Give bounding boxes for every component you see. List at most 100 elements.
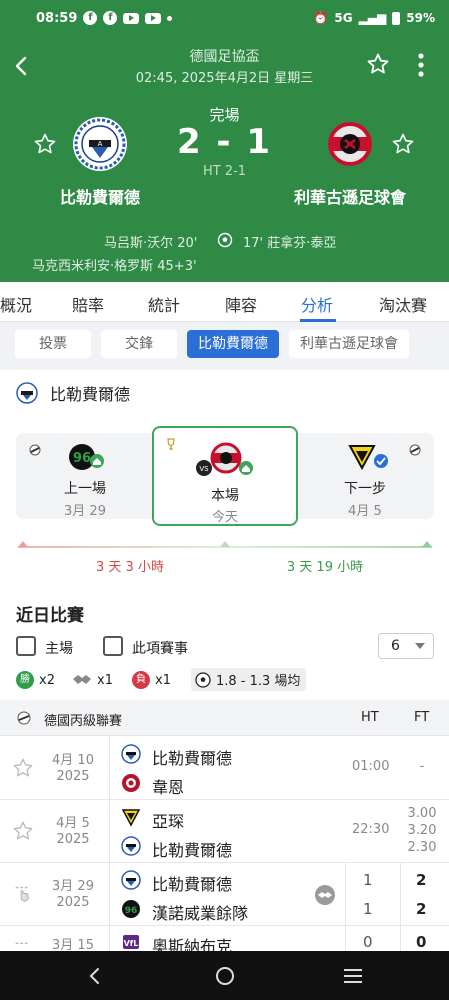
battery-icon <box>392 11 401 25</box>
next-opponent-logo[interactable] <box>344 442 390 472</box>
football-icon <box>195 671 211 688</box>
league-header[interactable]: 德國丙級聯賽 HT FT <box>0 700 449 736</box>
ft-result: - <box>419 759 425 774</box>
home-team-logo[interactable]: A <box>72 116 128 172</box>
goals-average-value: 1.8 - 1.3 場均 <box>216 674 301 689</box>
svg-text:96: 96 <box>73 451 91 466</box>
match-date: 3月 29 2025 <box>46 879 100 911</box>
ft-away-score: 2 <box>416 900 427 918</box>
wins-value: x2 <box>39 672 55 688</box>
team-logo: VfL <box>123 935 139 949</box>
tab-lineups[interactable]: 陣容 <box>225 292 257 316</box>
home-team-name: 比勒費爾德 <box>152 875 233 894</box>
team-logo <box>122 774 140 792</box>
ht-home-score: 0 <box>363 933 373 951</box>
more-options-icon[interactable] <box>410 52 432 78</box>
match-count-select[interactable]: 6 <box>378 633 434 659</box>
match-count-value: 6 <box>391 638 400 654</box>
this-competition-label[interactable]: 此項賽事 <box>132 638 188 658</box>
match-date-year: 2025 <box>56 769 90 784</box>
match-row[interactable]: 3月 29 2025 比勒費爾德 96 漢諾威業餘隊 1 1 2 2 <box>0 863 449 926</box>
prev-opponent-logo[interactable]: 96 <box>68 442 106 472</box>
team-logo <box>121 870 141 890</box>
home-goal-scorer: 马吕斯·沃尔 20' <box>104 236 198 251</box>
tab-analysis[interactable]: 分析 <box>301 292 333 316</box>
cup-icon <box>167 438 175 450</box>
swipe-hint-icon <box>15 886 30 902</box>
nav-back-icon[interactable] <box>86 966 104 986</box>
loss-badge: 負 <box>132 671 150 689</box>
away-team-name: 比勒費爾德 <box>152 841 233 860</box>
status-time: 08:59 <box>36 10 78 26</box>
match-date-day: 4月 5 <box>56 816 90 831</box>
this-competition-checkbox[interactable] <box>103 636 123 656</box>
tab-stats[interactable]: 統計 <box>148 292 180 316</box>
team-logo: 96 <box>122 900 140 918</box>
schedule-timeline <box>18 541 432 548</box>
halftime-score: HT 2-1 <box>202 164 247 179</box>
home-only-label[interactable]: 主場 <box>45 638 73 658</box>
ht-home-score: 1 <box>363 871 373 889</box>
match-row[interactable]: 4月 5 2025 亞琛 比勒費爾德 22:30 3.00 3.20 2.30 <box>0 800 449 863</box>
goals-average: 1.8 - 1.3 場均 <box>191 668 307 691</box>
league-name: 德國丙級聯賽 <box>44 714 123 729</box>
wins-count: 勝 x2 <box>16 669 55 691</box>
league-icon <box>409 444 421 456</box>
system-nav-bar <box>0 951 449 1000</box>
subtab-home-team[interactable]: 比勒費爾德 <box>187 330 279 358</box>
tab-knockout[interactable]: 淘汰賽 <box>379 292 427 316</box>
league-icon <box>17 711 31 725</box>
favorite-star-icon[interactable] <box>12 820 34 842</box>
favorite-star-icon[interactable] <box>366 52 390 76</box>
ht-away-score: 1 <box>363 900 373 918</box>
analysis-subtabs: 投票 交鋒 比勒費爾德 利華古遜足球會 <box>0 322 449 370</box>
match-date-day: 4月 10 <box>52 753 94 768</box>
tab-odds[interactable]: 賠率 <box>72 292 104 316</box>
subtab-h2h[interactable]: 交鋒 <box>101 330 177 358</box>
away-team-name: 漢諾威業餘隊 <box>152 904 249 923</box>
draws-count: x1 <box>72 669 113 691</box>
current-match-label: 本場 <box>211 488 239 504</box>
notification-dot-icon <box>167 15 173 21</box>
team-logo <box>121 809 141 827</box>
subtab-vote[interactable]: 投票 <box>15 330 91 358</box>
favorite-star-icon[interactable] <box>12 757 34 779</box>
recent-matches-title: 近日比賽 <box>16 606 84 626</box>
away-team-logo[interactable] <box>324 118 376 170</box>
team-header: 比勒費爾德 <box>0 370 449 416</box>
odds-away: 2.30 <box>407 840 437 855</box>
nav-recents-icon[interactable] <box>342 966 364 986</box>
next-match-date: 4月 5 <box>348 504 382 519</box>
home-team-name: 亞琛 <box>152 812 185 831</box>
match-date: 4月 10 2025 <box>46 753 100 785</box>
losses-count: 負 x1 <box>132 669 171 691</box>
next-match-label[interactable]: 下一步 <box>320 478 410 498</box>
team-logo <box>121 744 141 764</box>
svg-text:A: A <box>98 140 103 148</box>
nav-home-icon[interactable] <box>214 965 236 987</box>
match-score: 2 - 1 <box>176 122 273 162</box>
match-date-year: 2025 <box>56 895 90 910</box>
away-team-star-icon[interactable] <box>391 132 415 156</box>
kickoff-time: 01:00 <box>352 759 390 774</box>
odds-home: 3.00 <box>407 806 437 821</box>
home-only-checkbox[interactable] <box>16 636 36 656</box>
ft-home-score: 2 <box>416 871 427 889</box>
home-team-name[interactable]: 比勒費爾德 <box>40 184 160 208</box>
match-row[interactable]: 4月 10 2025 比勒費爾德 韋恩 01:00 - <box>0 737 449 800</box>
signal-icon: ▂▄▆ <box>358 11 387 25</box>
draws-value: x1 <box>97 672 113 688</box>
subtab-away-team[interactable]: 利華古遜足球會 <box>289 330 409 358</box>
team-logo <box>16 382 38 404</box>
handshake-icon <box>73 675 91 684</box>
days-until-next-match: 3 天 19 小時 <box>286 560 364 575</box>
match-date-year: 2025 <box>56 832 90 847</box>
tab-overview[interactable]: 概況 <box>0 292 32 316</box>
prev-match-label[interactable]: 上一場 <box>40 478 130 498</box>
home-team-star-icon[interactable] <box>33 132 57 156</box>
away-team-name[interactable]: 利華古遜足球會 <box>280 184 420 208</box>
match-header: 德國足協盃 02:45, 2025年4月2日 星期三 完場 2 - 1 HT 2… <box>0 36 449 282</box>
current-match-date: 今天 <box>211 510 238 525</box>
alarm-icon: ⏰ <box>313 11 329 25</box>
match-date: 4月 5 2025 <box>46 816 100 848</box>
